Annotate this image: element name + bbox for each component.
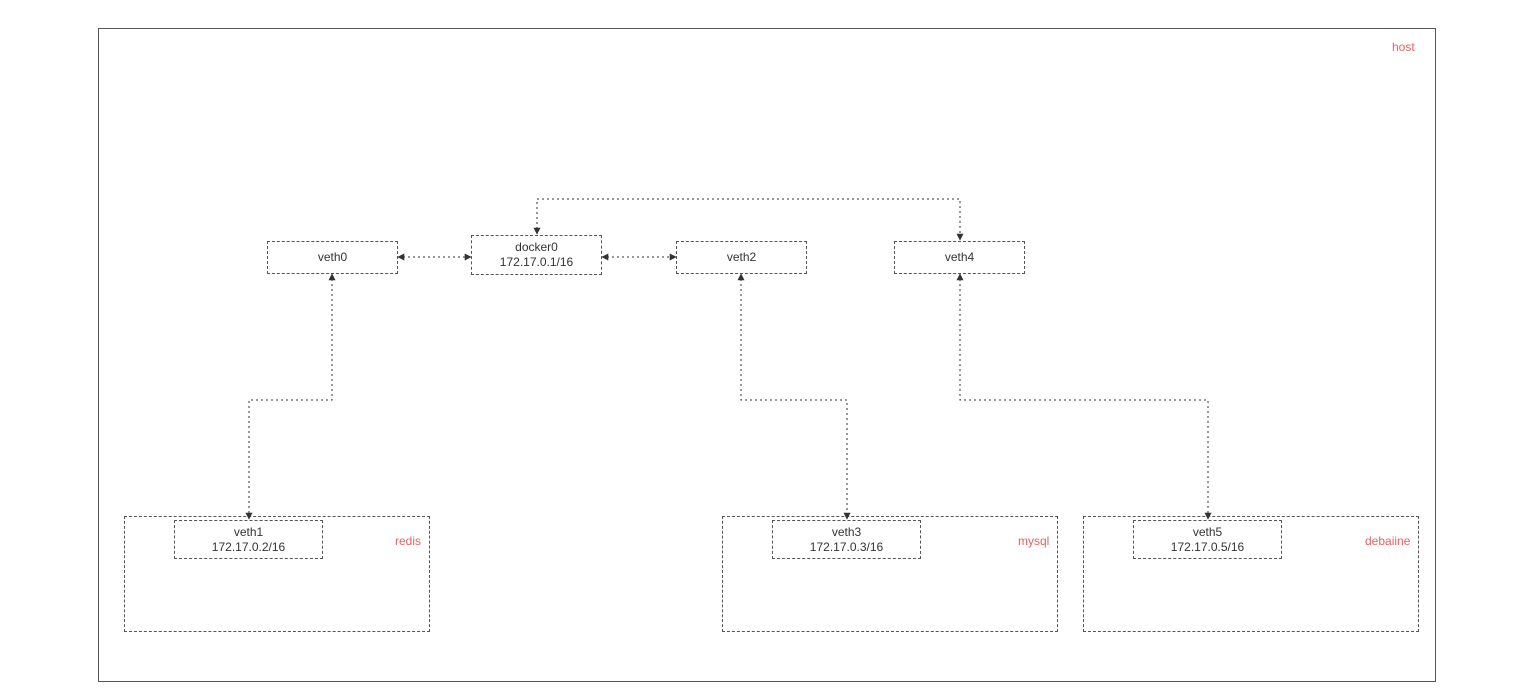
label-docker0-ip: 172.17.0.1/16 — [500, 255, 573, 270]
node-veth5: veth5 172.17.0.5/16 — [1133, 520, 1282, 559]
container-redis-label: redis — [395, 534, 421, 548]
label-veth0: veth0 — [318, 250, 347, 265]
label-veth4: veth4 — [945, 250, 974, 265]
label-veth3-name: veth3 — [832, 525, 861, 540]
container-debaiine-label: debaiine — [1365, 534, 1410, 548]
host-label: host — [1392, 40, 1415, 54]
label-veth5-ip: 172.17.0.5/16 — [1171, 540, 1244, 555]
node-veth0: veth0 — [267, 241, 398, 274]
diagram-canvas: host veth0 docker0 172.17.0.1/16 veth2 v… — [0, 0, 1517, 690]
node-docker0: docker0 172.17.0.1/16 — [471, 235, 602, 275]
label-veth1-name: veth1 — [234, 525, 263, 540]
node-veth1: veth1 172.17.0.2/16 — [174, 520, 323, 559]
label-veth1-ip: 172.17.0.2/16 — [212, 540, 285, 555]
node-veth4: veth4 — [894, 241, 1025, 274]
label-veth5-name: veth5 — [1193, 525, 1222, 540]
label-veth2: veth2 — [727, 250, 756, 265]
label-docker0-name: docker0 — [515, 240, 558, 255]
container-mysql-label: mysql — [1018, 534, 1049, 548]
node-veth2: veth2 — [676, 241, 807, 274]
node-veth3: veth3 172.17.0.3/16 — [772, 520, 921, 559]
label-veth3-ip: 172.17.0.3/16 — [810, 540, 883, 555]
